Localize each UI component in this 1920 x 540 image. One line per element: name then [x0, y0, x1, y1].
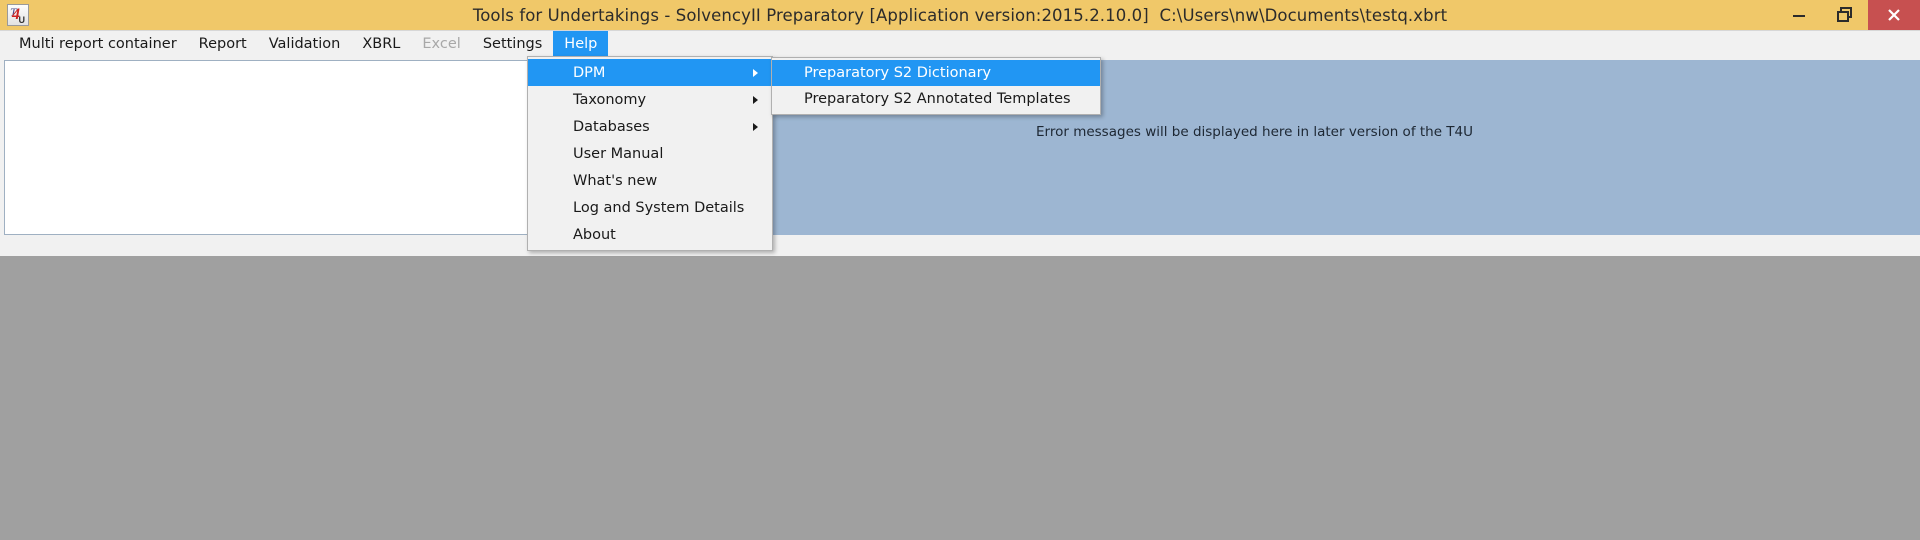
title-bar: T 4 U Tools for Undertakings - SolvencyI…	[0, 0, 1920, 30]
minimize-button[interactable]	[1776, 0, 1822, 30]
menu-option-log-and-system-details[interactable]: Log and System Details	[528, 194, 772, 221]
menu-bar: Multi report container Report Validation…	[0, 30, 1920, 56]
menu-item-excel: Excel	[422, 35, 461, 52]
menu-option-whats-new-label: What's new	[573, 172, 658, 189]
desktop-backdrop	[0, 256, 1920, 540]
minimize-icon	[1793, 15, 1805, 17]
menu-option-user-manual-label: User Manual	[573, 145, 664, 162]
restore-icon	[1837, 7, 1852, 22]
app-icon-letter-u: U	[18, 15, 26, 25]
menu-item-help[interactable]: Help	[553, 31, 609, 56]
menu-item-multi-report-container[interactable]: Multi report container	[8, 31, 188, 56]
close-icon	[1888, 9, 1900, 21]
chevron-right-icon	[753, 95, 758, 104]
menu-option-log-and-system-details-label: Log and System Details	[573, 199, 745, 216]
window-title: Tools for Undertakings - SolvencyII Prep…	[472, 5, 1448, 25]
menu-option-about[interactable]: About	[528, 221, 772, 248]
window-controls	[1776, 0, 1920, 30]
left-content-panel[interactable]	[4, 60, 531, 235]
menu-option-taxonomy-label: Taxonomy	[573, 91, 647, 108]
submenu-option-preparatory-s2-annotated-templates[interactable]: Preparatory S2 Annotated Templates	[772, 86, 1100, 112]
menu-option-databases-label: Databases	[573, 118, 650, 135]
menu-option-databases[interactable]: Databases	[528, 113, 772, 140]
menu-option-about-label: About	[573, 226, 616, 243]
error-message-text: Error messages will be displayed here in…	[1036, 124, 1474, 140]
menu-option-taxonomy[interactable]: Taxonomy	[528, 86, 772, 113]
t4u-app-icon[interactable]: T 4 U	[7, 4, 29, 26]
menu-option-whats-new[interactable]: What's new	[528, 167, 772, 194]
menu-item-xbrl[interactable]: XBRL	[351, 31, 411, 56]
menu-option-dpm-label: DPM	[573, 64, 606, 81]
dpm-submenu: Preparatory S2 Dictionary Preparatory S2…	[771, 57, 1101, 115]
close-button[interactable]	[1868, 0, 1920, 30]
menu-item-report[interactable]: Report	[188, 31, 258, 56]
help-dropdown-menu: DPM Taxonomy Databases User Manual What'…	[527, 56, 773, 251]
chevron-right-icon	[753, 68, 758, 77]
restore-button[interactable]	[1822, 0, 1868, 30]
menu-item-settings[interactable]: Settings	[472, 31, 553, 56]
menu-item-validation[interactable]: Validation	[258, 31, 352, 56]
chevron-right-icon	[753, 122, 758, 131]
application-window: T 4 U Tools for Undertakings - SolvencyI…	[0, 0, 1920, 256]
menu-option-dpm[interactable]: DPM	[528, 59, 772, 86]
menu-option-user-manual[interactable]: User Manual	[528, 140, 772, 167]
submenu-option-preparatory-s2-dictionary[interactable]: Preparatory S2 Dictionary	[772, 60, 1100, 86]
